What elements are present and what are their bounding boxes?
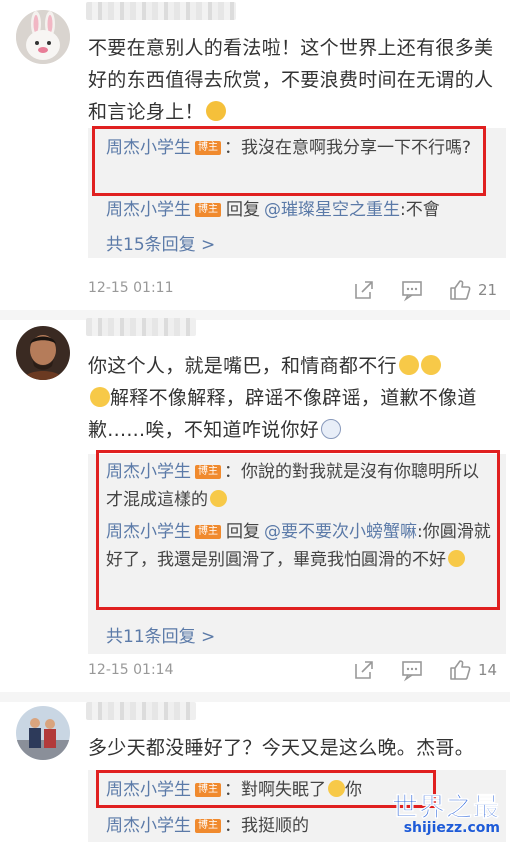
comment-icon[interactable] (400, 658, 424, 682)
laugh-cry-emoji-icon (420, 355, 441, 375)
blurred-username[interactable] (86, 702, 196, 720)
comment-1: 不要在意别人的看法啦！这个世界上还有很多美好的东西值得去欣赏，不要浪费时间在无谓… (0, 0, 510, 310)
author-badge: 博主 (195, 203, 221, 217)
highlight-box (92, 126, 486, 196)
blurred-username[interactable] (86, 2, 236, 20)
like-icon[interactable] (448, 658, 472, 682)
reply-author[interactable]: 周杰小学生 (106, 200, 191, 220)
reply-text: 我挺顺的 (241, 816, 309, 836)
divider (0, 310, 510, 320)
blurred-username[interactable] (86, 318, 196, 336)
share-icon[interactable] (352, 278, 376, 302)
more-replies-link[interactable]: 共11条回复 > (106, 622, 215, 647)
comment-text: 不要在意别人的看法啦！这个世界上还有很多美好的东西值得去欣赏，不要浪费时间在无谓… (88, 37, 494, 123)
like-count: 14 (478, 661, 498, 679)
laugh-cry-emoji-icon (90, 387, 110, 407)
comment-text: 多少天都没睡好了？今天又是这么晚。杰哥。 (88, 737, 475, 759)
comment-actions: 14 (352, 658, 502, 682)
mention-link[interactable]: @璀璨星空之重生 (264, 200, 400, 220)
highlight-box (96, 770, 436, 808)
watermark-url: shijiezz.com (403, 820, 500, 836)
reply-author[interactable]: 周杰小学生 (106, 816, 191, 836)
avatar[interactable] (16, 326, 70, 380)
scream-emoji-icon (205, 101, 226, 121)
watermark-title: 世界之最 (391, 793, 500, 824)
highlight-box (96, 450, 500, 610)
timestamp: 12-15 01:11 (88, 280, 174, 296)
comment-actions: 21 (352, 278, 502, 302)
reply-item[interactable]: 周杰小学生 博主 回复 @璀璨星空之重生:不會 (106, 196, 494, 224)
share-icon[interactable] (352, 658, 376, 682)
site-watermark: 世界之最 shijiezz.com (392, 787, 500, 836)
comment-2: 你这个人，就是嘴巴，和情商都不行 解释不像解释，辟谣不像辟谣，道歉不像道歉...… (0, 318, 510, 700)
laugh-cry-emoji-icon (398, 355, 419, 375)
divider (0, 692, 510, 702)
timestamp: 12-15 01:14 (88, 662, 174, 678)
surprised-emoji-icon (321, 419, 342, 439)
more-replies-link[interactable]: 共15条回复 > (106, 230, 215, 255)
comment-text: 你这个人，就是嘴巴，和情商都不行 解释不像解释，辟谣不像辟谣，道歉不像道歉...… (88, 355, 477, 441)
comment-icon[interactable] (400, 278, 424, 302)
avatar[interactable] (16, 706, 70, 760)
avatar[interactable] (16, 10, 70, 64)
couple-photo-avatar-icon (16, 706, 70, 760)
like-icon[interactable] (448, 278, 472, 302)
like-count: 21 (478, 281, 498, 299)
author-badge: 博主 (195, 819, 221, 833)
person-avatar-icon (16, 326, 70, 380)
rabbit-avatar-icon (16, 10, 70, 64)
